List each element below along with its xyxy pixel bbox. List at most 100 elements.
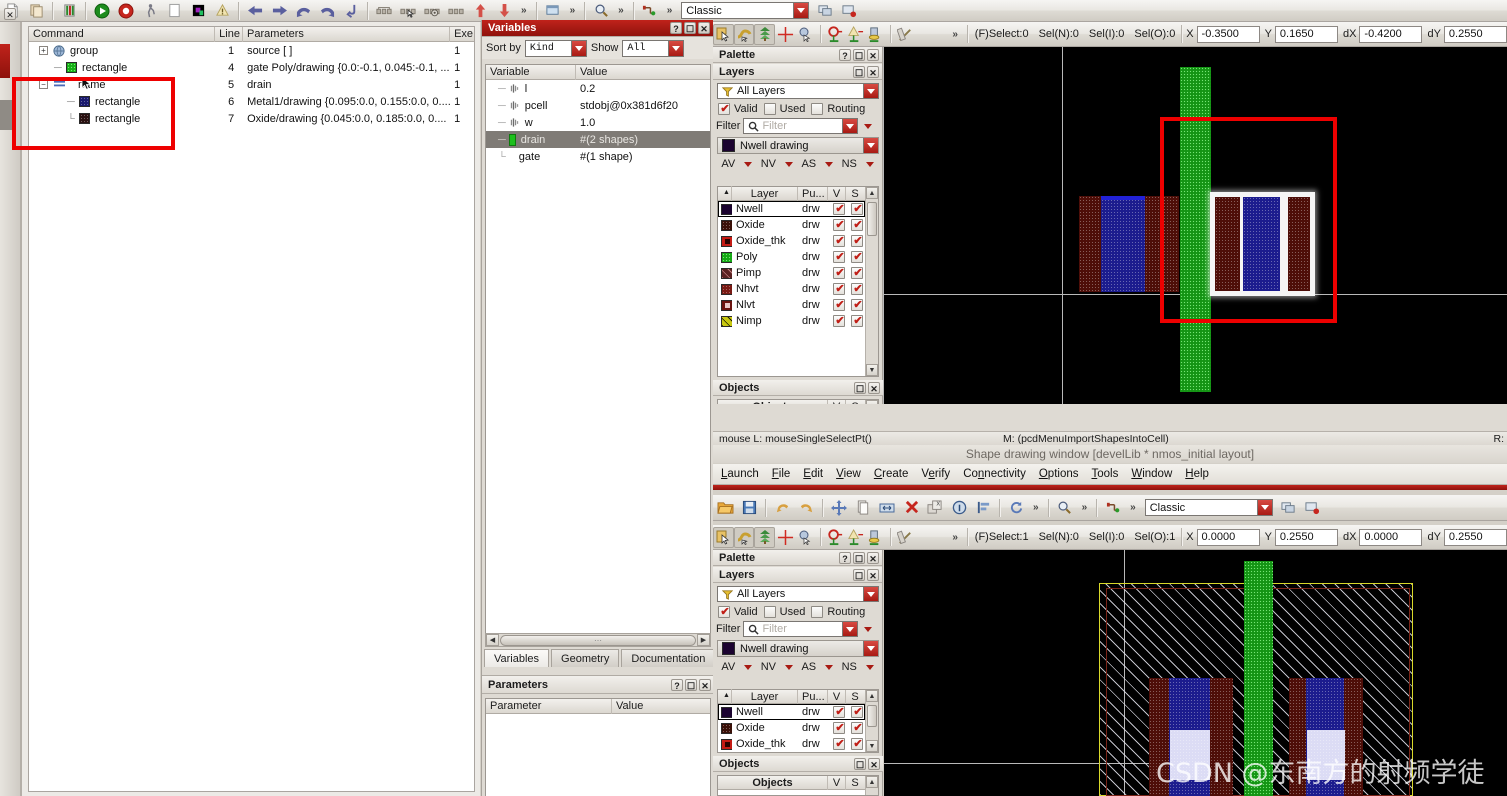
layer-visible-checkbox[interactable] <box>833 235 846 247</box>
undock-icon[interactable]: ☐ <box>853 568 865 581</box>
warning-marker-icon[interactable] <box>845 527 865 548</box>
routing-checkbox[interactable] <box>811 606 824 618</box>
layer-selectable-checkbox[interactable] <box>851 738 864 750</box>
arrow-left-icon[interactable] <box>243 0 267 21</box>
netlist-icon[interactable] <box>1101 497 1125 518</box>
expander-icon[interactable]: + <box>39 46 48 55</box>
group-plain-icon[interactable] <box>444 0 468 21</box>
menu-window[interactable]: Window <box>1131 468 1172 480</box>
crosshair-icon[interactable] <box>775 24 795 45</box>
table-row[interactable]: + group 1 source [ ] 1 <box>29 42 474 59</box>
chevron-down-icon[interactable] <box>863 587 878 601</box>
table-row[interactable]: Oxide drw <box>718 217 865 233</box>
arrow-up-icon[interactable] <box>468 0 492 21</box>
nv-label[interactable]: NV <box>761 158 776 170</box>
close-icon[interactable]: ✕ <box>867 568 879 581</box>
layer-selectable-checkbox[interactable] <box>851 267 864 279</box>
layout-canvas-top[interactable] <box>884 47 1507 404</box>
pin-marker-icon[interactable] <box>866 24 886 45</box>
save-icon[interactable] <box>737 497 761 518</box>
col-exe[interactable]: Exe <box>450 27 474 42</box>
as-label[interactable]: AS <box>801 158 816 170</box>
close-icon[interactable]: ✕ <box>4 8 16 20</box>
variables-hscrollbar[interactable]: ◀ ⋯ ▶ <box>485 633 711 647</box>
window-icon[interactable] <box>541 0 565 21</box>
undock-icon[interactable]: ☐ <box>853 551 865 564</box>
zoom-icon[interactable] <box>1053 497 1077 518</box>
database-icon[interactable] <box>57 0 81 21</box>
arrow-down-icon[interactable] <box>492 0 516 21</box>
ns-chevron-icon[interactable] <box>865 664 874 670</box>
col-s[interactable]: S <box>846 690 864 704</box>
undock-icon[interactable]: ☐ <box>853 65 865 78</box>
layer-visible-checkbox[interactable] <box>833 283 846 295</box>
delete-icon[interactable] <box>899 497 923 518</box>
menu-connectivity[interactable]: Connectivity <box>963 468 1026 480</box>
col-v[interactable]: V <box>828 689 846 704</box>
col-value[interactable]: Value <box>576 65 710 80</box>
layer-selectable-checkbox[interactable] <box>851 315 864 327</box>
filter-input-bottom[interactable]: Filter <box>743 621 859 637</box>
layer-visible-checkbox[interactable] <box>833 219 846 231</box>
col-parameters[interactable]: Parameters <box>243 26 451 42</box>
table-row[interactable]: ─ w 1.0 <box>486 114 710 131</box>
nv-chevron-icon[interactable] <box>784 161 793 167</box>
layer-selectable-checkbox[interactable] <box>851 251 864 263</box>
select-icon[interactable] <box>713 526 734 548</box>
col-variable[interactable]: Variable <box>486 64 576 80</box>
scroll-right-arrow[interactable]: ▶ <box>697 634 710 646</box>
scroll-up-arrow[interactable]: ▲ <box>866 187 878 199</box>
dock-tab-red[interactable] <box>0 44 10 78</box>
layer-visible-checkbox[interactable] <box>833 267 846 279</box>
arrow-right-icon[interactable] <box>267 0 291 21</box>
col-layer[interactable]: Layer <box>732 689 798 704</box>
ruler-icon[interactable] <box>895 527 915 548</box>
table-row[interactable]: ─ l 0.2 <box>486 80 710 97</box>
menu-file[interactable]: File <box>772 468 791 480</box>
tab-geometry[interactable]: Geometry <box>551 649 620 667</box>
used-checkbox[interactable] <box>763 606 776 618</box>
col-purpose[interactable]: Pu... <box>798 689 828 704</box>
scrollbar-thumb[interactable] <box>867 202 877 236</box>
table-row[interactable]: Oxide_thk drw <box>718 736 865 752</box>
ns-label[interactable]: NS <box>842 158 857 170</box>
col-value[interactable]: Value <box>612 699 710 714</box>
undock-icon[interactable]: ☐ <box>854 757 866 770</box>
chevron-down-icon[interactable] <box>842 622 858 636</box>
filter-menu-chevron[interactable] <box>864 626 873 632</box>
undo-arrow-icon[interactable] <box>291 0 315 21</box>
open-icon[interactable] <box>713 497 737 518</box>
routing-checkbox[interactable] <box>811 103 824 115</box>
move-icon[interactable] <box>827 497 851 518</box>
layer-selectable-checkbox[interactable] <box>851 706 864 718</box>
property-icon[interactable] <box>947 497 971 518</box>
layout-canvas-bottom[interactable]: CSDN @东南方的射频学徒 <box>884 550 1507 796</box>
all-layers-combo-bottom[interactable]: All Layers <box>717 586 879 602</box>
chevron-down-icon[interactable] <box>863 84 878 98</box>
col-v[interactable]: V <box>828 775 846 790</box>
pin-marker-icon[interactable] <box>866 527 886 548</box>
group-config-icon[interactable] <box>420 0 444 21</box>
delete-style-icon[interactable] <box>837 0 861 21</box>
valid-checkbox[interactable] <box>718 102 731 115</box>
chevron-down-icon[interactable] <box>570 40 586 56</box>
toolbar-overflow-chevron[interactable]: » <box>662 5 678 16</box>
scroll-up-arrow[interactable]: ▲ <box>866 690 878 702</box>
undock-icon[interactable]: ☐ <box>684 22 696 34</box>
valid-checkbox[interactable] <box>718 605 731 618</box>
layout-icon[interactable] <box>186 0 210 21</box>
hierarchy-icon[interactable] <box>754 23 776 45</box>
menu-view[interactable]: View <box>836 468 861 480</box>
zoom-icon[interactable] <box>589 0 613 21</box>
menu-launch[interactable]: Launch <box>721 468 759 480</box>
current-layer-combo-bottom[interactable]: Nwell drawing <box>717 640 879 657</box>
layer-selectable-checkbox[interactable] <box>851 722 864 734</box>
sort-arrow-icon[interactable]: ▲ <box>718 186 732 201</box>
chevron-down-icon[interactable] <box>863 641 878 656</box>
layer-selectable-checkbox[interactable] <box>851 203 864 215</box>
toolbar-overflow-chevron[interactable]: » <box>565 5 581 16</box>
ruler-icon[interactable] <box>895 24 915 45</box>
menu-verify[interactable]: Verify <box>921 468 950 480</box>
layout-menubar[interactable]: Launch File Edit View Create Verify Conn… <box>713 464 1507 485</box>
tab-variables[interactable]: Variables <box>484 649 550 667</box>
